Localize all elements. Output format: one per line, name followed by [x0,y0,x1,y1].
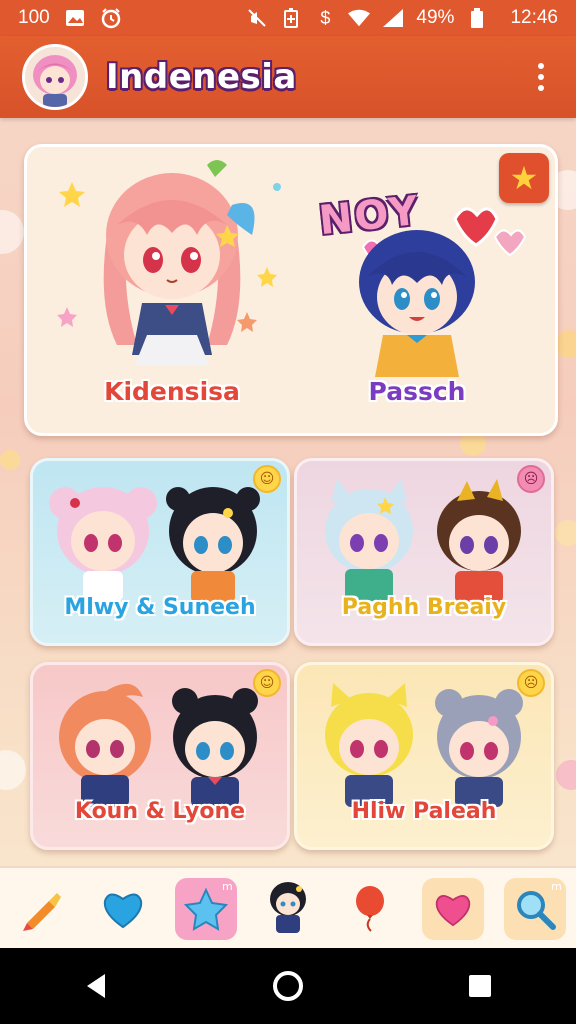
toolbar-heart-blue[interactable] [92,878,154,940]
status-time: 12:46 [510,7,558,28]
battery-icon [466,8,488,28]
card-2-illustration [325,479,521,603]
smile-icon[interactable]: ☺ [253,465,281,493]
toolbar-character[interactable] [257,878,319,940]
crayon-icon [23,893,62,931]
alarm-icon [100,8,122,29]
heart-pink-icon [435,895,470,927]
search-icon [516,891,556,930]
bokeh-dot [0,450,20,470]
toolbar-star-label: m [221,880,233,893]
bokeh-dot [556,760,576,790]
app-bar: Indenesia [0,36,576,118]
image-icon [64,8,86,28]
character-card-3[interactable]: Koun & Lyone ☺ [30,662,290,850]
avatar-icon[interactable] [22,44,88,110]
character-card-1[interactable]: Mlwy & Suneeh ☺ [30,458,290,646]
smile-icon[interactable]: ☹ [517,465,545,493]
balloon-icon [356,886,385,932]
card-4-illustration [325,683,523,807]
toolbar-heart-pink[interactable] [421,878,484,940]
bokeh-dot [555,330,576,358]
star-icon [183,887,228,931]
character-icon [269,882,306,933]
recents-icon[interactable] [450,956,510,1016]
character-right-illustration [347,227,487,377]
heart-blue-icon [104,893,143,929]
smile-icon[interactable]: ☹ [517,669,545,697]
system-nav-bar [0,948,576,1024]
app-title: Indenesia [106,57,297,97]
toolbar-balloon[interactable] [339,878,401,940]
character-card-2[interactable]: Paghh Breaiy ☹ [294,458,554,646]
toolbar-search[interactable]: m [503,878,566,940]
featured-card[interactable]: Kidensisa NOY Passch ★ [24,144,558,436]
character-card-4[interactable]: Hliw Paleah ☹ [294,662,554,850]
back-icon[interactable] [66,956,126,1016]
status-left-number: 100 [18,7,50,28]
card-4-name: Hliw Paleah [351,799,497,824]
toolbar-star[interactable]: m [174,878,237,940]
dollar-icon: $ [320,7,331,28]
bokeh-dot [0,750,26,790]
status-bar: 100 $ 49% 12:46 [0,0,576,36]
more-vert-icon[interactable] [536,63,546,91]
card-1-name: Mlwy & Suneeh [64,595,256,620]
card-2-name: Paghh Breaiy [341,595,507,620]
bottom-toolbar: m m [0,866,576,950]
mute-icon [246,8,268,28]
bokeh-dot [0,210,24,254]
card-3-name: Koun & Lyone [74,799,246,824]
bokeh-dot [555,520,576,546]
smile-icon[interactable]: ☺ [253,669,281,697]
battery-percent: 49% [416,7,455,28]
battery-saver-icon [280,8,302,28]
toolbar-search-label: m [551,880,562,893]
featured-left-name: Kidensisa [104,377,240,406]
favorite-star-button[interactable]: ★ [499,153,549,203]
signal-icon [382,8,404,28]
card-1-illustration [49,487,260,603]
wifi-icon [348,8,371,28]
home-icon[interactable] [258,956,318,1016]
card-3-illustration [59,683,258,807]
star-icon: ★ [509,159,539,197]
toolbar-crayon[interactable] [10,878,72,940]
featured-right-name: Passch [368,377,466,406]
character-left-illustration [87,155,257,375]
